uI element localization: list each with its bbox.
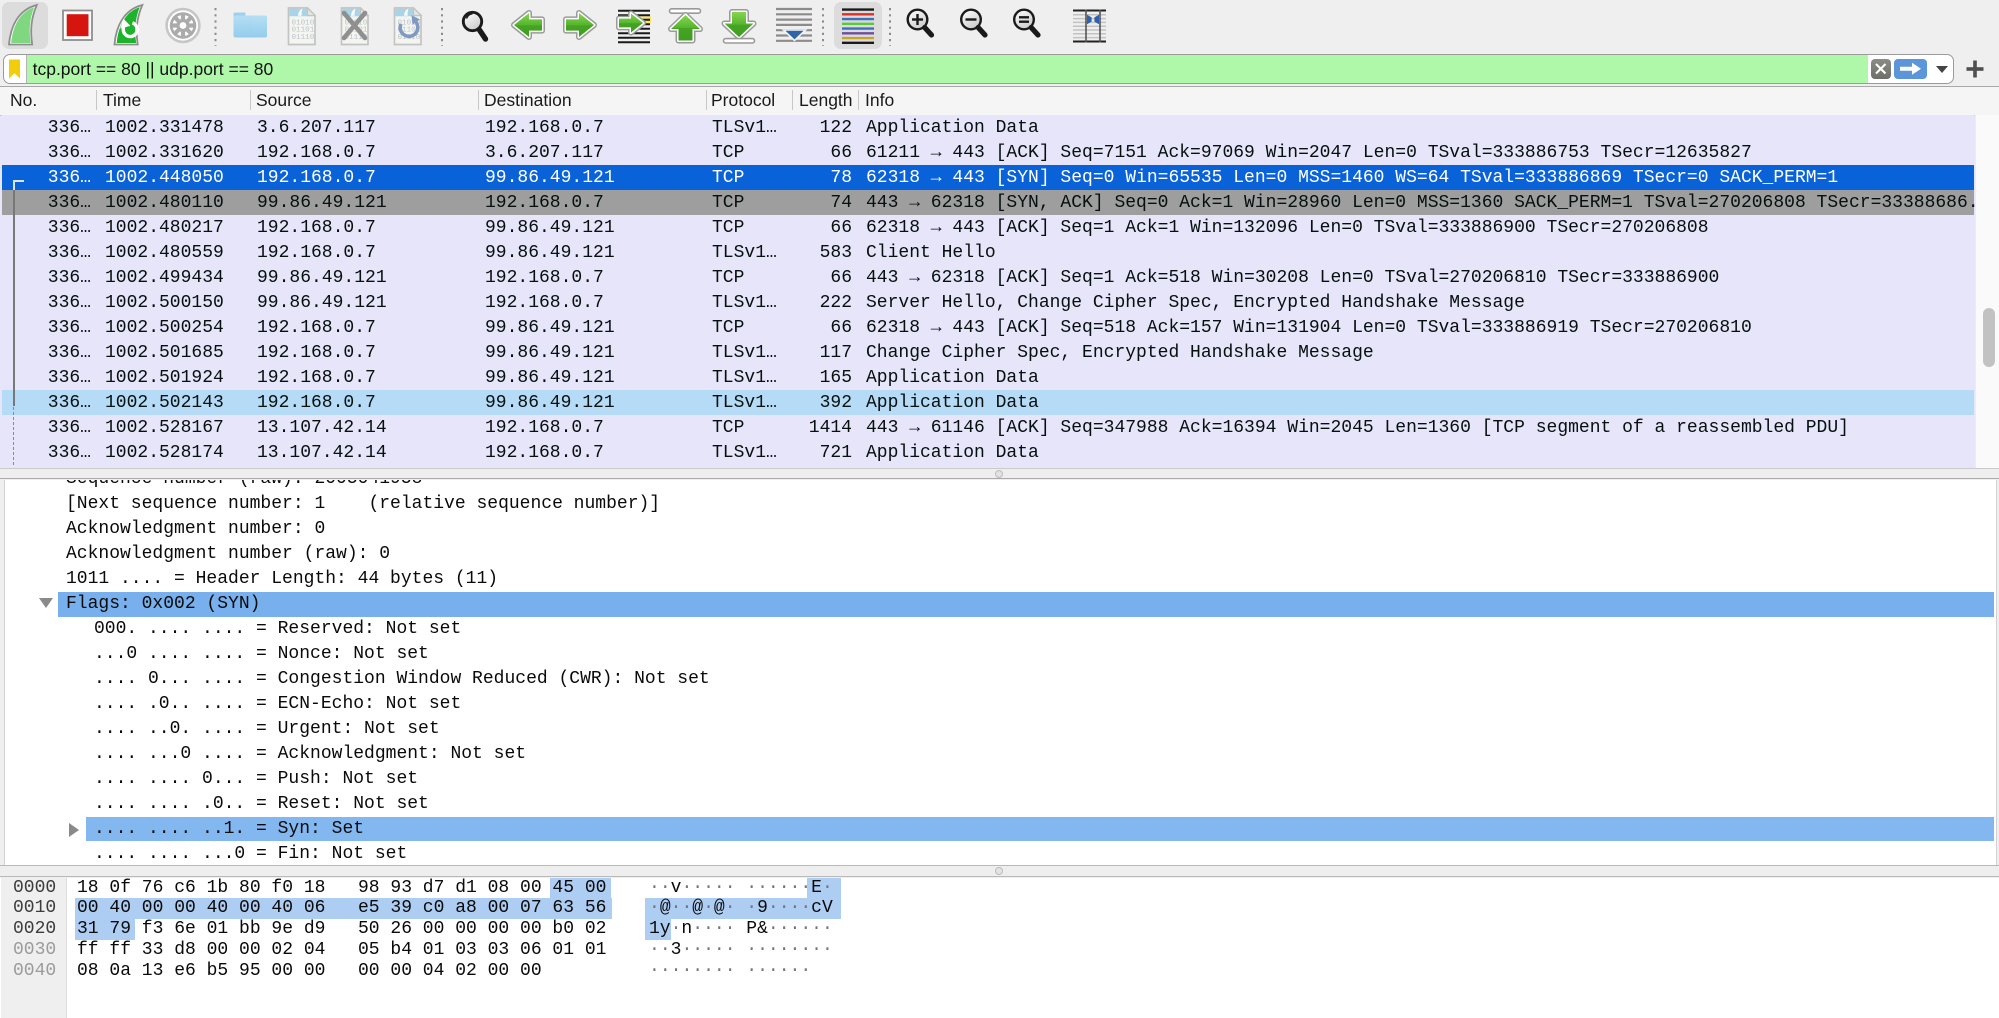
svg-text:01110: 01110 <box>292 34 315 42</box>
